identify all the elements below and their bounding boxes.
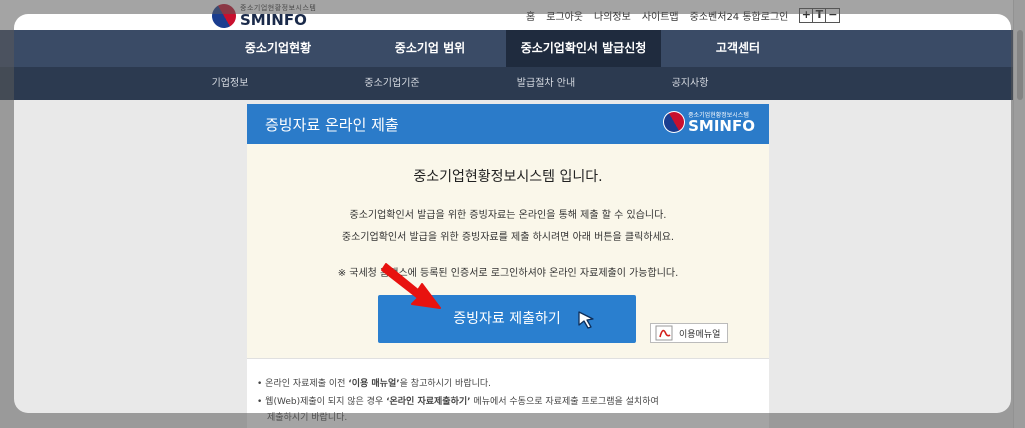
mouse-cursor-icon: [578, 311, 594, 329]
popup-logo-title: SMINFO: [688, 117, 755, 135]
logo-title: SMINFO: [240, 11, 307, 29]
page-scrollbar[interactable]: [1013, 0, 1025, 428]
popup-description-2: 중소기업확인서 발급을 위한 증빙자료를 제출 하시려면 아래 버튼을 클릭하세…: [341, 232, 675, 243]
popup-heading: 중소기업현황정보시스템 입니다.: [413, 169, 603, 185]
online-submission-popup: 증빙자료 온라인 제출 중소기업현황정보시스템 SMINFO 중소기업현황정보시…: [247, 104, 769, 428]
sitemap-link[interactable]: 사이트맵: [642, 8, 679, 23]
font-size-controls: + T −: [799, 8, 841, 23]
subnav-sme-criteria[interactable]: 중소기업기준: [340, 67, 444, 100]
nav-certificate-apply[interactable]: 중소기업확인서 발급신청: [506, 30, 661, 67]
user-manual-label: 이용메뉴얼: [679, 329, 721, 340]
subnav-company-info[interactable]: 기업정보: [180, 67, 280, 100]
site-logo[interactable]: 중소기업현황정보시스템 SMINFO: [207, 0, 316, 32]
popup-logo: 중소기업현황정보시스템 SMINFO: [659, 106, 755, 138]
pdf-icon: [655, 325, 673, 341]
popup-description-1: 중소기업확인서 발급을 위한 증빙자료는 온라인을 통해 제출 할 수 있습니다…: [349, 210, 667, 221]
logout-link[interactable]: 로그아웃: [546, 8, 583, 23]
submit-evidence-label: 증빙자료 제출하기: [453, 311, 561, 327]
footer-note-1-bold: ‘이용 매뉴얼’: [348, 379, 400, 389]
footer-note-2: • 웹(Web)제출이 되지 않은 경우 ‘온라인 자료제출하기’ 메뉴에서 수…: [257, 397, 659, 407]
popup-title: 증빙자료 온라인 제출: [265, 116, 399, 134]
scrollbar-thumb[interactable]: [1017, 30, 1023, 100]
sub-nav: 기업정보 중소기업기준 발급절차 안내 공지사항: [0, 67, 1013, 100]
font-reset-button[interactable]: T: [813, 9, 827, 22]
footer-note-3: 제출하시기 바랍니다.: [267, 413, 348, 423]
user-manual-button[interactable]: 이용메뉴얼: [650, 323, 728, 343]
nav-sme-status[interactable]: 중소기업현황: [214, 30, 342, 67]
nav-sme-scope[interactable]: 중소기업 범위: [366, 30, 494, 67]
red-arrow-icon: [381, 263, 441, 309]
integrated-login-link[interactable]: 중소벤처24 통합로그인: [690, 8, 789, 23]
site-header: 중소기업현황정보시스템 SMINFO 홈 로그아웃 나의정보 사이트맵 중소벤처…: [0, 0, 1013, 32]
subnav-issue-procedure[interactable]: 발급절차 안내: [494, 67, 598, 100]
footer-note-1-post: 을 참고하시기 바랍니다.: [399, 379, 492, 389]
popup-footer-notes: • 온라인 자료제출 이전 ‘이용 매뉴얼’을 참고하시기 바랍니다. • 웹(…: [247, 358, 769, 428]
browser-page: 중소기업현황정보시스템 SMINFO 홈 로그아웃 나의정보 사이트맵 중소벤처…: [0, 0, 1025, 428]
subnav-notices[interactable]: 공지사항: [640, 67, 740, 100]
popup-body: 중소기업현황정보시스템 입니다. 중소기업확인서 발급을 위한 증빙자료는 온라…: [247, 144, 769, 358]
my-info-link[interactable]: 나의정보: [594, 8, 631, 23]
font-decrease-button[interactable]: −: [826, 9, 839, 22]
footer-note-2-pre: 웹(Web)제출이 되지 않은 경우: [265, 397, 387, 407]
footer-note-1: • 온라인 자료제출 이전 ‘이용 매뉴얼’을 참고하시기 바랍니다.: [257, 379, 492, 389]
popup-notice: ※ 국세청 홈택스에 등록된 인증서로 로그인하셔야 온라인 자료제출이 가능합…: [337, 268, 679, 279]
taegeuk-emblem-icon: [659, 106, 690, 138]
footer-note-2-bold: ‘온라인 자료제출하기’: [386, 397, 471, 407]
footer-note-2-post: 메뉴에서 수동으로 자료제출 프로그램을 설치하여: [470, 397, 659, 407]
font-increase-button[interactable]: +: [800, 9, 814, 22]
utility-links: 홈 로그아웃 나의정보 사이트맵 중소벤처24 통합로그인 + T −: [526, 8, 841, 23]
nav-customer-center[interactable]: 고객센터: [674, 30, 802, 67]
taegeuk-emblem-icon: [207, 0, 241, 32]
footer-note-1-pre: 온라인 자료제출 이전: [265, 379, 349, 389]
home-link[interactable]: 홈: [526, 8, 535, 23]
popup-header: 증빙자료 온라인 제출 중소기업현황정보시스템 SMINFO: [247, 104, 769, 144]
main-nav: 중소기업현황 중소기업 범위 중소기업확인서 발급신청 고객센터: [0, 30, 1013, 67]
